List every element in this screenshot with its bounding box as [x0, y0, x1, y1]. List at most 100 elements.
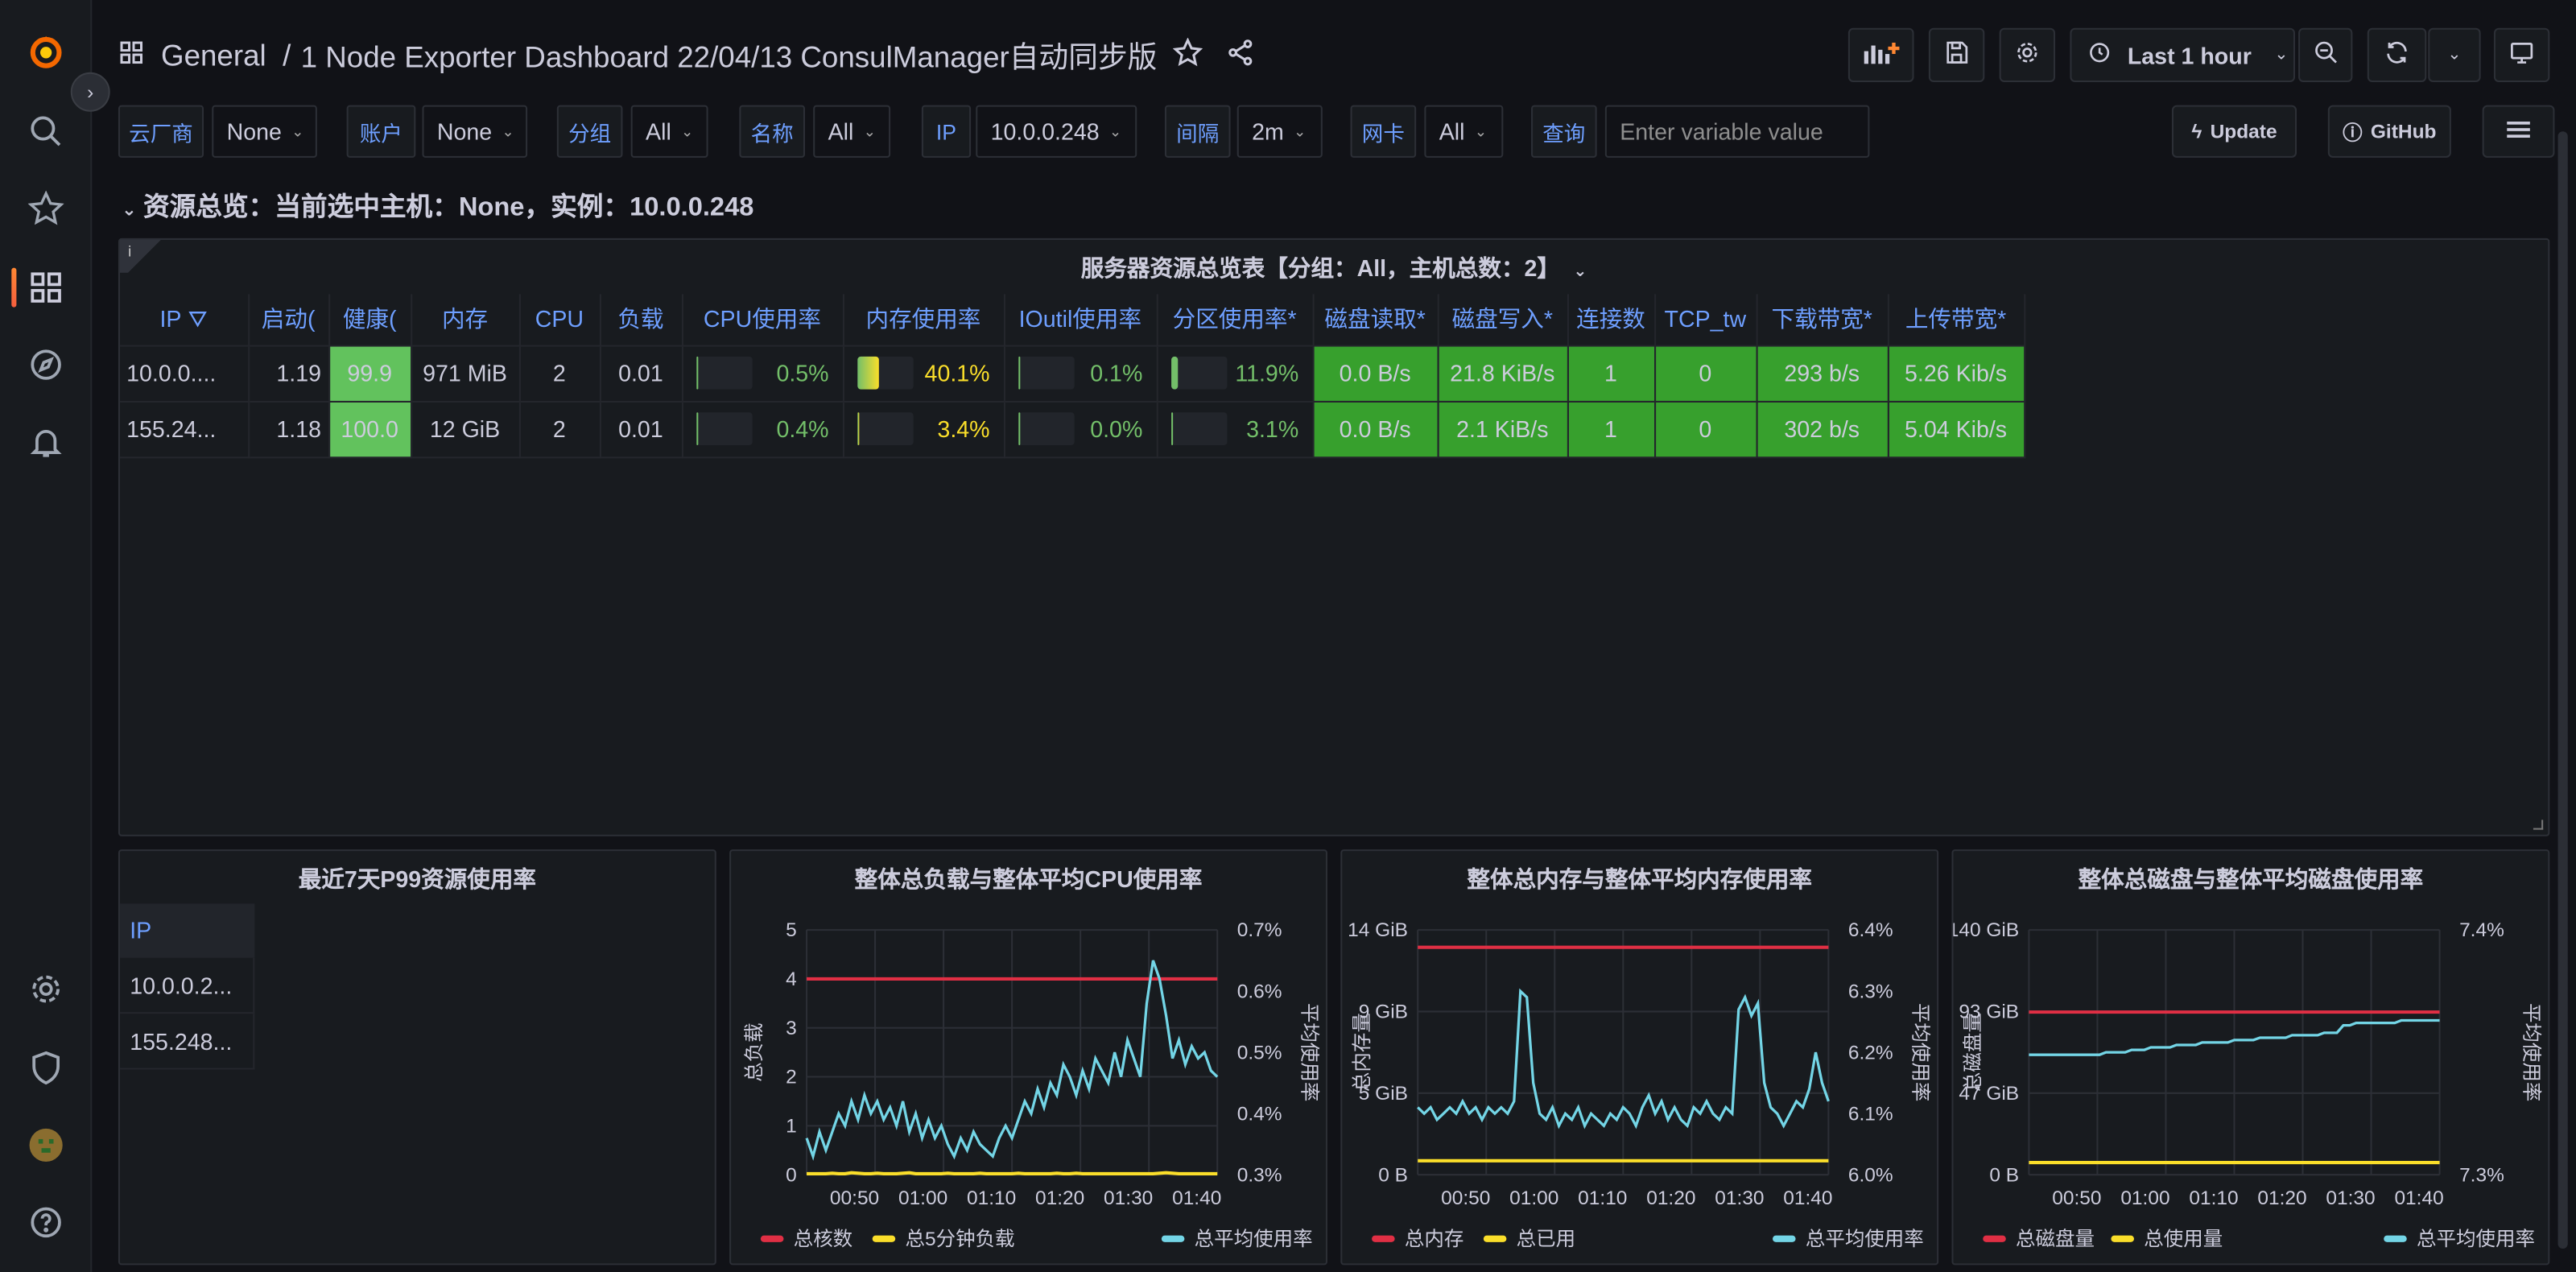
- x-tick-label: 01:00: [1509, 1187, 1558, 1209]
- x-tick-label: 00:50: [2052, 1187, 2101, 1209]
- table-row[interactable]: 155.24... 1.18 100.0 12 GiB 2 0.01 0.4% 3.4% 0.0…: [119, 400, 2025, 458]
- column-header[interactable]: 磁盘读取*: [1312, 294, 1439, 346]
- legend-item[interactable]: 总平均使用率: [1773, 1224, 1924, 1252]
- variables-bar: 云厂商 None ⌄ 账户 None ⌄ 分组 All ⌄ 名称 All ⌄ IP 10…: [92, 105, 2576, 161]
- alerting-bell-icon[interactable]: [27, 422, 66, 461]
- variable-select-interval[interactable]: 2m ⌄: [1236, 105, 1323, 158]
- variable-label-ip: IP: [921, 105, 972, 158]
- y-tick-label: 0 B: [1378, 1164, 1408, 1186]
- column-header[interactable]: 负载: [599, 294, 683, 346]
- filter-icon[interactable]: ⛛: [188, 305, 208, 332]
- y-tick-label: 2: [786, 1067, 797, 1088]
- column-header[interactable]: IOutil使用率: [1003, 294, 1158, 346]
- breadcrumb-folder[interactable]: General: [161, 39, 266, 73]
- p99-column-header[interactable]: IP: [119, 903, 255, 958]
- row-header[interactable]: ⌄ 资源总览：当前选中主机：None，实例：10.0.0.248: [122, 184, 753, 224]
- variable-select-ip[interactable]: 10.0.0.248 ⌄: [976, 105, 1137, 158]
- column-header[interactable]: 上传带宽*: [1887, 294, 2025, 346]
- table-row[interactable]: 10.0.0.2...: [119, 957, 255, 1014]
- server-admin-shield-icon[interactable]: [27, 1048, 66, 1088]
- time-range-picker[interactable]: Last 1 hour ⌄: [2070, 27, 2295, 83]
- column-header[interactable]: 分区使用率*: [1156, 294, 1314, 346]
- column-header[interactable]: 连接数: [1567, 294, 1656, 346]
- update-link-button[interactable]: ϟ Update: [2171, 105, 2297, 158]
- column-header[interactable]: 内存使用率: [842, 294, 1005, 346]
- column-header[interactable]: TCP_tw: [1654, 294, 1757, 346]
- github-link-button[interactable]: ⓘ GitHub: [2327, 105, 2451, 158]
- variable-select-cloud[interactable]: None ⌄: [212, 105, 317, 158]
- column-header[interactable]: 下载带宽*: [1756, 294, 1889, 346]
- refresh-button[interactable]: [2367, 27, 2427, 83]
- variable-select-name[interactable]: All ⌄: [813, 105, 891, 158]
- column-header[interactable]: CPU: [518, 294, 601, 346]
- legend-item[interactable]: 总平均使用率: [2384, 1224, 2535, 1252]
- legend-item[interactable]: 总平均使用率: [1161, 1224, 1313, 1252]
- variable-select-account[interactable]: None ⌄: [422, 105, 528, 158]
- variable-value: All: [646, 118, 671, 145]
- variable-select-nic[interactable]: All ⌄: [1424, 105, 1504, 158]
- dashboard-settings-button[interactable]: [1999, 27, 2056, 83]
- legend-item[interactable]: 总磁盘量: [1983, 1224, 2095, 1252]
- page-scrollbar[interactable]: [2557, 131, 2568, 1249]
- p99-table-panel: 最近7天P99资源使用率 IP 10.0.0.2... 155.248...: [118, 849, 716, 1266]
- table-row[interactable]: 155.248...: [119, 1014, 255, 1070]
- legend-label: 总5分钟负载: [905, 1227, 1015, 1251]
- user-avatar[interactable]: [27, 1125, 66, 1165]
- legend-label: 总已用: [1516, 1227, 1576, 1251]
- side-nav: [0, 0, 93, 1272]
- table-cell: 0: [1654, 345, 1757, 402]
- links-menu-button[interactable]: [2482, 105, 2555, 158]
- panel-title[interactable]: 服务器资源总览表【分组：All，主机总数：2】 ⌄: [120, 251, 2548, 284]
- dashboard-title[interactable]: 1 Node Exporter Dashboard 22/04/13 Consu…: [301, 35, 1158, 77]
- x-tick-label: 01:00: [2120, 1187, 2169, 1209]
- legend-swatch: [2384, 1234, 2407, 1241]
- disk-chart[interactable]: 0 B47 GiB93 GiB140 GiB7.3%7.4%00:50 01:00…: [1954, 851, 2552, 1266]
- table-cell: 0: [1654, 400, 1757, 458]
- column-header[interactable]: IP ⛛: [119, 294, 250, 346]
- overview-table: IP ⛛ 启动(健康(内存 CPU 负载 CPU使用率 内存使用率 IOutil使用率 分区使用…: [119, 294, 2025, 458]
- legend-item[interactable]: 总核数: [760, 1224, 852, 1252]
- load-cpu-chart[interactable]: 0 1 2 3 4 5 0.3% 0.4% 0.5% 0.6% 0.7% 00:50 01:00 01:1…: [731, 851, 1329, 1266]
- legend-item[interactable]: 总已用: [1483, 1224, 1576, 1252]
- y-tick-label: 140 GiB: [1954, 919, 2020, 941]
- column-header[interactable]: 内存: [411, 294, 520, 346]
- add-panel-button[interactable]: [1847, 27, 1914, 83]
- refresh-interval-dropdown[interactable]: ⌄: [2428, 27, 2481, 83]
- sidebar-expand-button[interactable]: ›: [70, 72, 110, 112]
- y2-tick-label: 6.4%: [1848, 919, 1893, 941]
- panel-resize-handle[interactable]: [2533, 820, 2544, 830]
- star-icon[interactable]: [1173, 36, 1203, 75]
- tv-mode-button[interactable]: [2493, 27, 2550, 83]
- legend-item[interactable]: 总5分钟负载: [872, 1224, 1015, 1252]
- panel-title[interactable]: 最近7天P99资源使用率: [120, 862, 715, 895]
- column-header[interactable]: 磁盘写入*: [1437, 294, 1568, 346]
- column-header[interactable]: CPU使用率: [681, 294, 844, 346]
- y2-tick-label: 0.4%: [1237, 1103, 1282, 1125]
- variable-select-group[interactable]: All ⌄: [630, 105, 708, 158]
- active-indicator: [11, 267, 17, 308]
- help-icon[interactable]: [27, 1203, 66, 1242]
- configuration-gear-icon[interactable]: [27, 969, 66, 1009]
- legend-item[interactable]: 总使用量: [2111, 1224, 2223, 1252]
- starred-icon[interactable]: [27, 189, 66, 229]
- x-tick-label: 00:50: [1441, 1187, 1490, 1209]
- legend-swatch: [1983, 1234, 2006, 1241]
- legend-item[interactable]: 总内存: [1372, 1224, 1463, 1252]
- explore-icon[interactable]: [27, 345, 66, 385]
- legend-swatch: [872, 1234, 896, 1241]
- dashboards-icon[interactable]: [27, 268, 66, 308]
- zoom-out-button[interactable]: [2298, 27, 2353, 83]
- table-row[interactable]: 10.0.0.... 1.19 99.9 971 MiB 2 0.01 0.5% 40.1% 0…: [119, 345, 2025, 402]
- save-dashboard-button[interactable]: [1928, 27, 1985, 83]
- variable-query-input[interactable]: Enter variable value: [1604, 105, 1870, 158]
- gauge-bar: [1018, 412, 1074, 446]
- memory-chart[interactable]: 0 B5 GiB9 GiB14 GiB6.0%6.1%6.2%6.3%6.4%0…: [1342, 851, 1940, 1266]
- column-header[interactable]: 启动(: [248, 294, 330, 346]
- grafana-logo-icon[interactable]: [27, 33, 66, 72]
- y-tick-label: 14 GiB: [1348, 919, 1408, 941]
- share-icon[interactable]: [1226, 37, 1256, 75]
- chevron-down-icon: ⌄: [1474, 122, 1488, 139]
- search-icon[interactable]: [27, 112, 66, 151]
- column-header[interactable]: 健康(: [328, 294, 412, 346]
- legend-label: 总使用量: [2144, 1227, 2223, 1251]
